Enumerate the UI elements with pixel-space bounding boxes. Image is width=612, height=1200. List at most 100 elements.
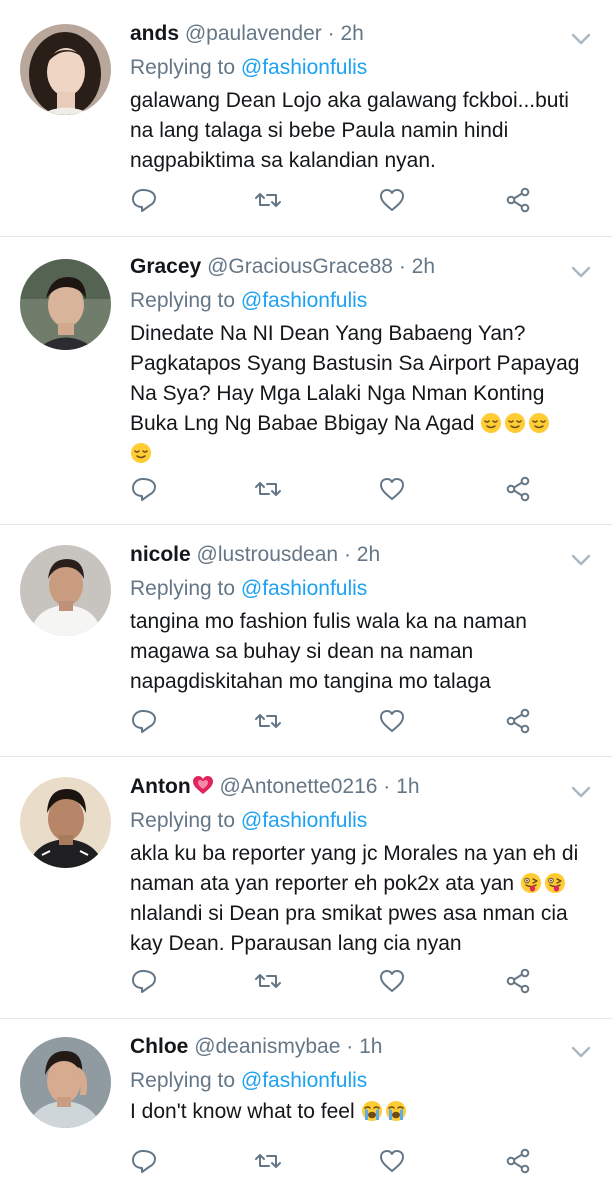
reply-handle-link[interactable]: @fashionfulis — [241, 56, 367, 79]
reply-handle-link[interactable]: @fashionfulis — [241, 809, 367, 832]
tweet-actions — [130, 967, 540, 997]
retweet-icon[interactable] — [254, 1147, 282, 1175]
user-handle[interactable]: @paulavender — [185, 22, 322, 45]
display-name[interactable]: Gracey — [130, 255, 201, 278]
timestamp[interactable]: 2h — [340, 22, 363, 45]
reply-handle-link[interactable]: @fashionfulis — [241, 289, 367, 312]
speech-bubble-icon[interactable] — [130, 475, 158, 503]
replying-to: Replying to @fashionfulis — [130, 54, 367, 82]
timestamp[interactable]: 2h — [357, 543, 380, 566]
tweet-text-line: galawang Dean Lojo aka galawang fckboi..… — [130, 89, 569, 112]
share-icon[interactable] — [504, 1147, 532, 1175]
tweet-text-line: tangina mo fashion fulis wala ka na nama… — [130, 610, 527, 633]
speech-bubble-icon[interactable] — [130, 186, 158, 214]
replying-to: Replying to @fashionfulis — [130, 287, 367, 315]
reply-prefix: Replying to — [130, 577, 236, 600]
tweet[interactable]: Chloe @deanismybae · 1h Replying to @fas… — [0, 1018, 612, 1200]
tweet-text: tangina mo fashion fulis wala ka na nama… — [130, 607, 598, 697]
share-icon[interactable] — [504, 707, 532, 735]
speech-bubble-icon[interactable] — [130, 707, 158, 735]
timestamp[interactable]: 1h — [396, 775, 419, 798]
share-icon[interactable] — [504, 186, 532, 214]
tweet-text: akla ku ba reporter yang jc Morales na y… — [130, 839, 598, 959]
tweet-text-line: Dinedate Na NI Dean Yang Babaeng Yan? — [130, 322, 526, 345]
retweet-icon[interactable] — [254, 707, 282, 735]
share-icon[interactable] — [504, 967, 532, 995]
reply-prefix: Replying to — [130, 1069, 236, 1092]
replying-to: Replying to @fashionfulis — [130, 1067, 367, 1095]
avatar[interactable] — [20, 1037, 111, 1128]
tweet-text-line: akla ku ba reporter yang jc Morales na y… — [130, 842, 579, 865]
tweet-text-line: Buka Lng Ng Babae Bbigay Na Agad — [130, 409, 598, 439]
timestamp[interactable]: 1h — [359, 1035, 382, 1058]
user-handle[interactable]: @GraciousGrace88 — [207, 255, 393, 278]
relieved-face-emoji — [505, 413, 526, 433]
tweet-actions — [130, 186, 540, 216]
avatar[interactable] — [20, 777, 111, 868]
tweet-text: I don't know what to feel — [130, 1097, 598, 1127]
reply-handle-link[interactable]: @fashionfulis — [241, 1069, 367, 1092]
tweet[interactable]: Anton @Antonette0216 · 1h Replying to @f… — [0, 756, 612, 1018]
heart-icon[interactable] — [378, 186, 406, 214]
separator-dot: · — [398, 255, 406, 278]
tweet-header: nicole @lustrousdean · 2h — [130, 541, 552, 569]
heart-icon[interactable] — [378, 707, 406, 735]
growing-heart-emoji — [192, 776, 213, 794]
display-name[interactable]: Anton — [130, 775, 191, 798]
tweet-text: Dinedate Na NI Dean Yang Babaeng Yan? Pa… — [130, 319, 598, 469]
relieved-face-emoji — [131, 443, 151, 463]
separator-dot: · — [383, 775, 391, 798]
speech-bubble-icon[interactable] — [130, 967, 158, 995]
tweet[interactable]: nicole @lustrousdean · 2h Replying to @f… — [0, 524, 612, 756]
tweet[interactable]: ands @paulavender · 2h Replying to @fash… — [0, 0, 612, 236]
heart-icon[interactable] — [378, 475, 406, 503]
relieved-face-emoji — [481, 413, 502, 433]
display-name[interactable]: nicole — [130, 543, 191, 566]
reply-prefix: Replying to — [130, 289, 236, 312]
tweet-text-fragment: I don't know what to feel — [130, 1100, 355, 1123]
separator-dot: · — [343, 543, 351, 566]
separator-dot: · — [346, 1035, 354, 1058]
user-handle[interactable]: @deanismybae — [194, 1035, 340, 1058]
tweet-text-line: napagdiskitahan mo tangina mo talaga — [130, 670, 491, 693]
retweet-icon[interactable] — [254, 967, 282, 995]
share-icon[interactable] — [504, 475, 532, 503]
tweet[interactable]: Gracey @GraciousGrace88 · 2h Replying to… — [0, 236, 612, 524]
display-name[interactable]: Chloe — [130, 1035, 188, 1058]
tweet-text-fragment: Buka Lng Ng Babae Bbigay Na Agad — [130, 412, 475, 435]
tweet-actions — [130, 1147, 540, 1177]
chevron-down-icon[interactable] — [570, 785, 592, 799]
avatar[interactable] — [20, 24, 111, 115]
chevron-down-icon[interactable] — [570, 32, 592, 46]
winking-tongue-face-emoji — [544, 873, 565, 893]
tweet-header: ands @paulavender · 2h — [130, 20, 552, 48]
heart-icon[interactable] — [378, 1147, 406, 1175]
loudly-crying-face-emoji — [385, 1101, 406, 1121]
avatar[interactable] — [20, 259, 111, 350]
speech-bubble-icon[interactable] — [130, 1147, 158, 1175]
tweet-text-fragment: naman ata yan reporter eh pok2x ata yan — [130, 872, 515, 895]
avatar[interactable] — [20, 545, 111, 636]
reply-prefix: Replying to — [130, 809, 236, 832]
tweet-header: Anton @Antonette0216 · 1h — [130, 773, 552, 801]
tweet-text-line: I don't know what to feel — [130, 1097, 598, 1127]
reply-handle-link[interactable]: @fashionfulis — [241, 577, 367, 600]
tweet-text-line: na lang talaga si bebe Paula namin hindi — [130, 119, 509, 142]
retweet-icon[interactable] — [254, 475, 282, 503]
tweet-text: galawang Dean Lojo aka galawang fckboi..… — [130, 86, 598, 176]
user-handle[interactable]: @lustrousdean — [197, 543, 339, 566]
timestamp[interactable]: 2h — [412, 255, 435, 278]
tweet-header: Chloe @deanismybae · 1h — [130, 1033, 552, 1061]
chevron-down-icon[interactable] — [570, 265, 592, 279]
tweet-text-line: Pagkatapos Syang Bastusin Sa Airport Pap… — [130, 352, 580, 375]
user-handle[interactable]: @Antonette0216 — [220, 775, 378, 798]
reply-prefix: Replying to — [130, 56, 236, 79]
tweet-actions — [130, 707, 540, 737]
chevron-down-icon[interactable] — [570, 1045, 592, 1059]
heart-icon[interactable] — [378, 967, 406, 995]
chevron-down-icon[interactable] — [570, 553, 592, 567]
tweet-text-line: Na Sya? Hay Mga Lalaki Nga Nman Konting — [130, 382, 545, 405]
retweet-icon[interactable] — [254, 186, 282, 214]
display-name[interactable]: ands — [130, 22, 179, 45]
tweet-text-line: nlalandi si Dean pra smikat pwes asa nma… — [130, 902, 568, 925]
